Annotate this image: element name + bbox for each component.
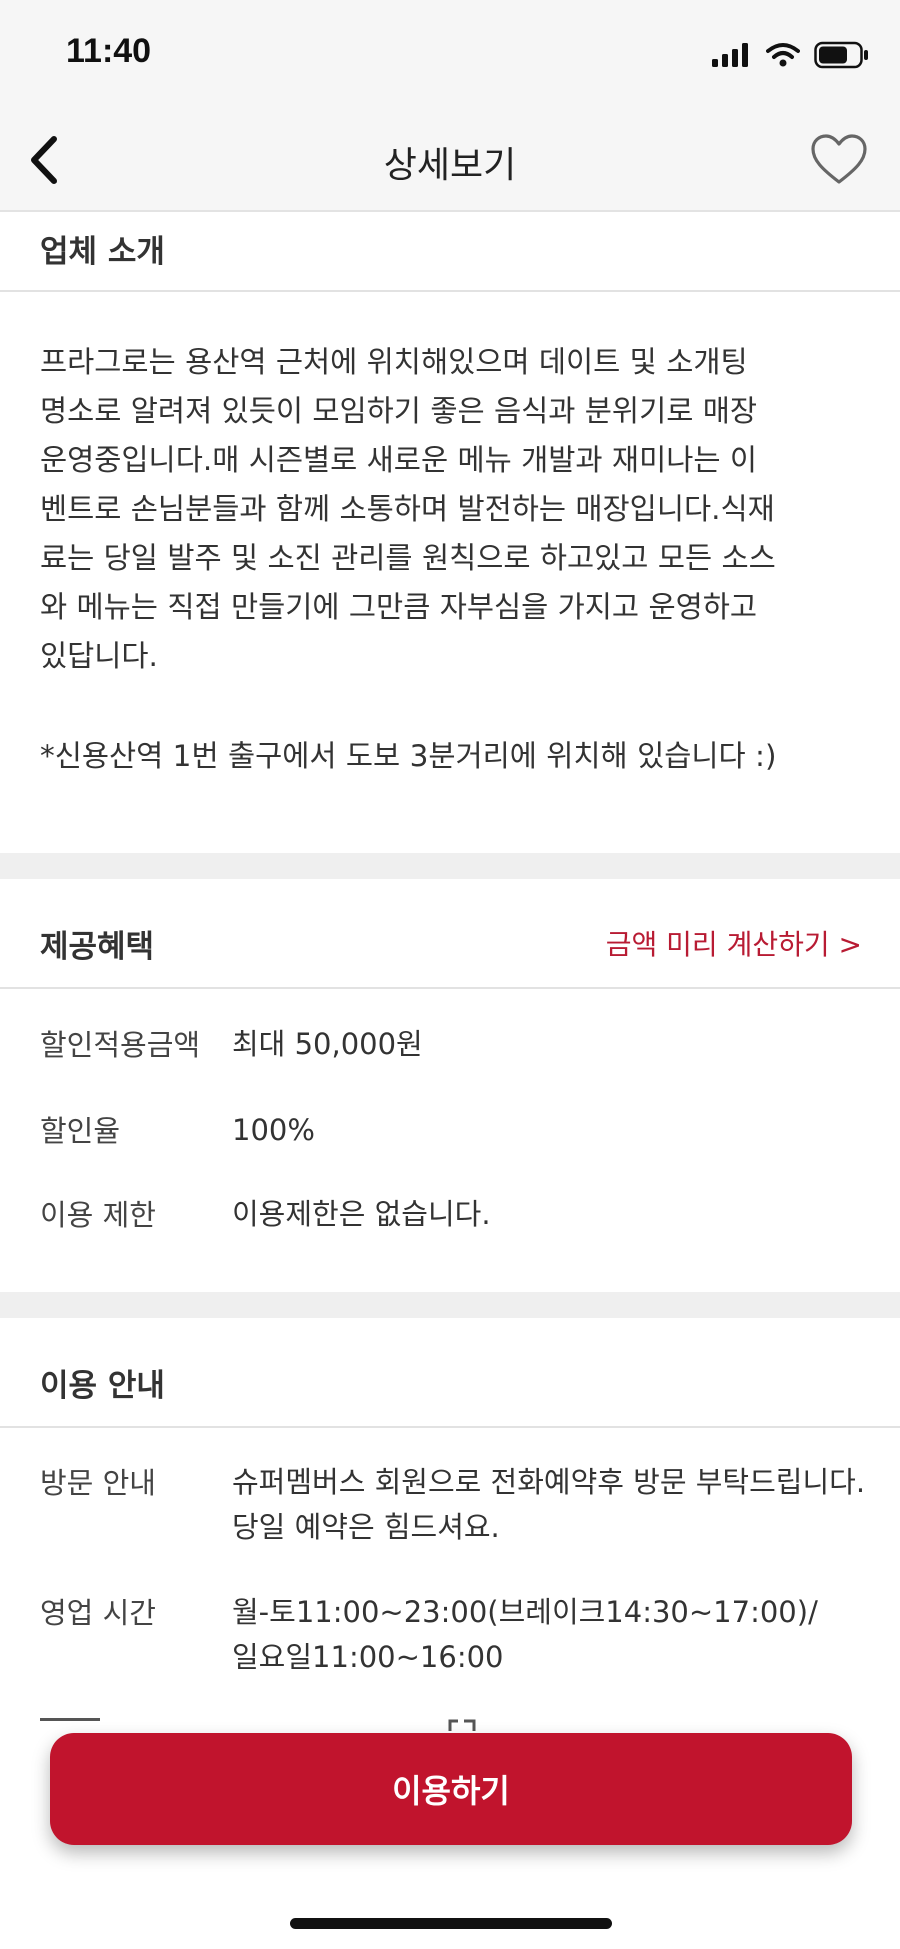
nav-bar: 상세보기 [0, 110, 900, 212]
status-time: 11:40 [66, 32, 152, 70]
benefit-label: 할인적용금액 [40, 1028, 201, 1062]
signal-icon [712, 43, 748, 67]
partially-hidden-row-label [40, 1718, 100, 1732]
battery-icon [814, 41, 868, 69]
benefit-label: 할인율 [40, 1114, 121, 1148]
wifi-icon [766, 43, 800, 67]
usage-label: 영업 시간 [40, 1596, 156, 1630]
benefit-label: 이용 제한 [40, 1198, 156, 1232]
benefit-value: 이용제한은 없습니다. [232, 1197, 491, 1231]
use-button[interactable]: 이용하기 [50, 1733, 852, 1845]
usage-value: 월-토11:00~23:00(브레이크14:30~17:00)/일요일11:00… [232, 1595, 818, 1674]
usage-value: 슈퍼멤버스 회원으로 전화예약후 방문 부탁드립니다. 당일 예약은 힘드셔요. [232, 1465, 866, 1544]
benefits-header: 제공혜택 금액 미리 계산하기 > [0, 879, 900, 989]
intro-note: *신용산역 1번 출구에서 도보 3분거리에 위치해 있습니다 :) [40, 739, 777, 773]
calculate-amount-link[interactable]: 금액 미리 계산하기 > [606, 923, 862, 963]
intro-header: 업체 소개 [0, 214, 900, 292]
page-title: 상세보기 [383, 145, 517, 186]
home-indicator [290, 1918, 612, 1929]
usage-label: 방문 안내 [40, 1466, 156, 1500]
benefit-value: 최대 50,000원 [232, 1027, 423, 1061]
favorite-button[interactable] [804, 124, 874, 194]
status-icons [712, 40, 870, 70]
intro-body: 프라그로는 용산역 근처에 위치해있으며 데이트 및 소개팅 명소로 알려져 있… [40, 345, 776, 673]
heart-icon [811, 134, 867, 184]
external-link-icon[interactable] [448, 1718, 478, 1732]
section-divider [0, 1292, 900, 1318]
usage-header: 이용 안내 [0, 1318, 900, 1428]
intro-title: 업체 소개 [40, 234, 165, 270]
usage-title: 이용 안내 [40, 1368, 165, 1404]
status-bar: 11:40 [0, 0, 900, 110]
detail-screen: 11:40 상세보기 업체 소개 프라그로는 용산역 근처에 위치해있으며 데이… [0, 0, 900, 1949]
section-divider [0, 853, 900, 879]
benefit-value: 100% [232, 1113, 315, 1147]
benefits-title: 제공혜택 [40, 929, 155, 965]
